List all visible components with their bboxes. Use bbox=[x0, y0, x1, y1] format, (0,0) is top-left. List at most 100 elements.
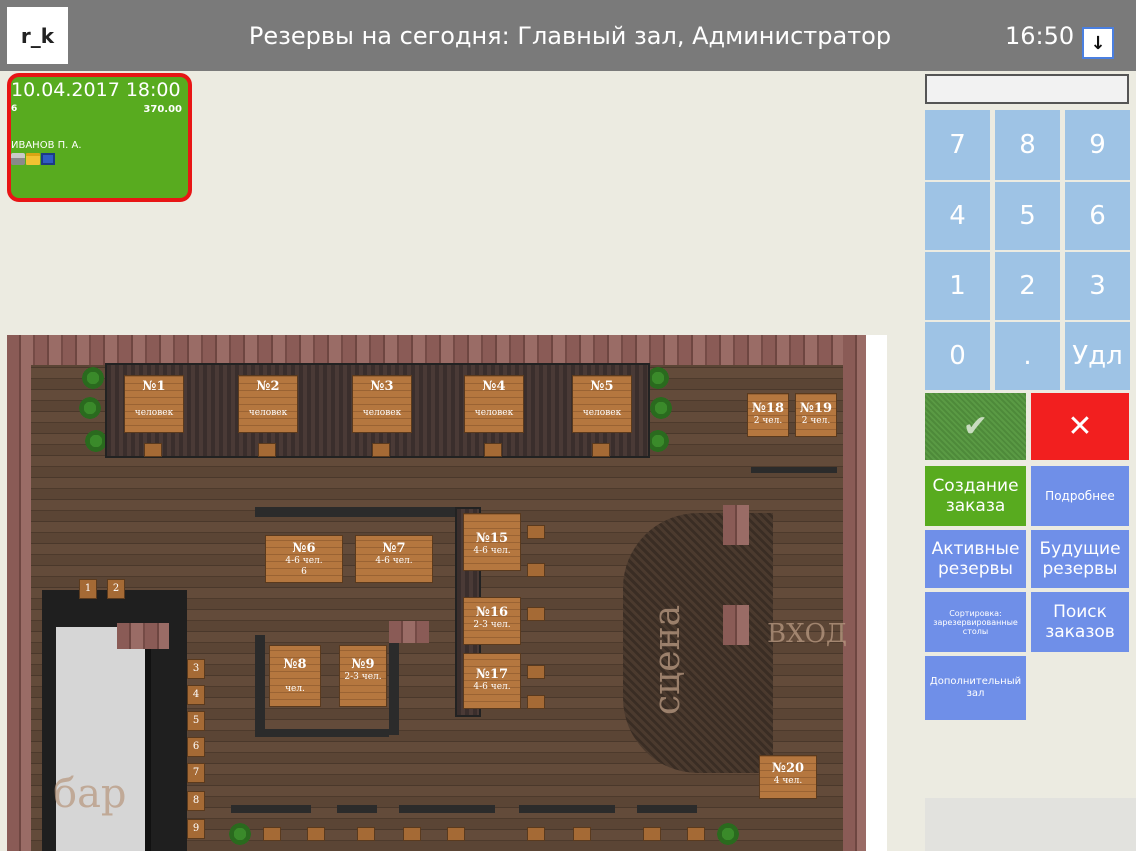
top-bar: r_k Резервы на сегодня: Главный зал, Адм… bbox=[0, 0, 1136, 71]
key-delete[interactable]: Удл bbox=[1065, 322, 1130, 390]
folder-icon[interactable] bbox=[26, 153, 40, 165]
chair bbox=[527, 827, 545, 841]
table-3[interactable]: №3 человек bbox=[352, 375, 412, 433]
chair bbox=[527, 607, 545, 621]
table-16[interactable]: №16 2-3 чел. bbox=[463, 597, 521, 645]
bar-seat-1[interactable]: 1 bbox=[79, 579, 97, 599]
table-4[interactable]: №4 человек bbox=[464, 375, 524, 433]
extra-hall-button[interactable]: Дополнительный зал bbox=[925, 656, 1026, 720]
bar-seat-9[interactable]: 9 bbox=[187, 819, 205, 839]
key-dot[interactable]: . bbox=[995, 322, 1060, 390]
checkmark-icon: ✔ bbox=[962, 409, 989, 444]
search-orders-button[interactable]: Поиск заказов bbox=[1031, 592, 1129, 652]
plant-icon bbox=[85, 430, 107, 452]
key-6[interactable]: 6 bbox=[1065, 182, 1130, 250]
partition bbox=[389, 635, 399, 735]
bar-seat-4[interactable]: 4 bbox=[187, 685, 205, 705]
chair bbox=[372, 443, 390, 457]
save-icon[interactable] bbox=[41, 153, 55, 165]
column bbox=[117, 623, 169, 649]
plant-icon bbox=[79, 397, 101, 419]
partition bbox=[637, 805, 697, 813]
chair bbox=[527, 563, 545, 577]
table-18[interactable]: №18 2 чел. bbox=[747, 393, 789, 437]
app-logo: r_k bbox=[7, 7, 68, 64]
bar-label: бар bbox=[53, 771, 127, 817]
key-5[interactable]: 5 bbox=[995, 182, 1060, 250]
key-8[interactable]: 8 bbox=[995, 110, 1060, 180]
wall-right bbox=[843, 335, 867, 851]
key-9[interactable]: 9 bbox=[1065, 110, 1130, 180]
key-4[interactable]: 4 bbox=[925, 182, 990, 250]
numeric-input[interactable] bbox=[925, 74, 1129, 104]
table-17[interactable]: №17 4-6 чел. bbox=[463, 653, 521, 709]
table-15[interactable]: №15 4-6 чел. bbox=[463, 513, 521, 571]
bar-seat-8[interactable]: 8 bbox=[187, 791, 205, 811]
table-6[interactable]: №6 4-6 чел. 6 bbox=[265, 535, 343, 583]
chair bbox=[687, 827, 705, 841]
plant-icon bbox=[647, 367, 669, 389]
key-0[interactable]: 0 bbox=[925, 322, 990, 390]
reservation-amount: 370.00 bbox=[143, 104, 182, 115]
future-reserves-button[interactable]: Будущие резервы bbox=[1031, 530, 1129, 588]
table-8[interactable]: №8 чел. bbox=[269, 645, 321, 707]
plant-icon bbox=[647, 430, 669, 452]
reservation-guest-name: ИВАНОВ П. А. bbox=[11, 140, 82, 151]
chair bbox=[258, 443, 276, 457]
partition bbox=[231, 805, 311, 813]
empty-panel bbox=[925, 798, 1136, 851]
key-7[interactable]: 7 bbox=[925, 110, 990, 180]
table-2[interactable]: №2 человек bbox=[238, 375, 298, 433]
clock: 16:50 bbox=[1005, 21, 1075, 50]
table-20[interactable]: №20 4 чел. bbox=[759, 755, 817, 799]
table-7[interactable]: №7 4-6 чел. bbox=[355, 535, 433, 583]
printer-icon[interactable] bbox=[11, 153, 25, 165]
reservation-datetime: 10.04.2017 18:00 bbox=[11, 79, 181, 101]
key-3[interactable]: 3 bbox=[1065, 252, 1130, 320]
close-icon: ✕ bbox=[1067, 409, 1093, 444]
chair bbox=[144, 443, 162, 457]
bar-seat-3[interactable]: 3 bbox=[187, 659, 205, 679]
chair bbox=[357, 827, 375, 841]
partition bbox=[337, 805, 377, 813]
column bbox=[723, 605, 749, 645]
confirm-button[interactable]: ✔ bbox=[925, 393, 1026, 460]
scroll-down-button[interactable]: ↓ bbox=[1082, 27, 1114, 59]
table-1[interactable]: №1 человек bbox=[124, 375, 184, 433]
key-2[interactable]: 2 bbox=[995, 252, 1060, 320]
create-order-button[interactable]: Создание заказа bbox=[925, 466, 1026, 526]
partition bbox=[399, 805, 495, 813]
reservation-guests: 6 bbox=[11, 104, 18, 114]
bar-seat-6[interactable]: 6 bbox=[187, 737, 205, 757]
partition bbox=[255, 507, 455, 517]
partition bbox=[255, 729, 389, 737]
wall-top bbox=[7, 335, 887, 365]
bar-seat-2[interactable]: 2 bbox=[107, 579, 125, 599]
entrance-label: ВХОД bbox=[767, 619, 848, 649]
key-1[interactable]: 1 bbox=[925, 252, 990, 320]
arrow-down-icon: ↓ bbox=[1090, 32, 1106, 54]
active-reserves-button[interactable]: Активные резервы bbox=[925, 530, 1026, 588]
reservation-card[interactable]: 10.04.2017 18:00 6 370.00 ИВАНОВ П. А. bbox=[7, 73, 192, 202]
bar-seat-5[interactable]: 5 bbox=[187, 711, 205, 731]
chair bbox=[643, 827, 661, 841]
table-9[interactable]: №9 2-3 чел. bbox=[339, 645, 387, 707]
column bbox=[723, 505, 749, 545]
divider bbox=[751, 467, 837, 473]
bar-seat-7[interactable]: 7 bbox=[187, 763, 205, 783]
chair bbox=[573, 827, 591, 841]
table-19[interactable]: №19 2 чел. bbox=[795, 393, 837, 437]
partition bbox=[255, 635, 265, 735]
chair bbox=[403, 827, 421, 841]
plant-icon bbox=[229, 823, 251, 845]
table-5[interactable]: №5 человек bbox=[572, 375, 632, 433]
cancel-button[interactable]: ✕ bbox=[1031, 393, 1129, 460]
plant-icon bbox=[717, 823, 739, 845]
sort-button[interactable]: Сортировка: зарезервированные столы bbox=[925, 592, 1026, 652]
floor-plan: №1 человек №2 человек №3 человек №4 чело… bbox=[7, 335, 887, 851]
stage-label: сцена bbox=[647, 604, 688, 715]
reservation-icons bbox=[11, 153, 55, 165]
chair bbox=[527, 665, 545, 679]
details-button[interactable]: Подробнее bbox=[1031, 466, 1129, 526]
chair bbox=[484, 443, 502, 457]
